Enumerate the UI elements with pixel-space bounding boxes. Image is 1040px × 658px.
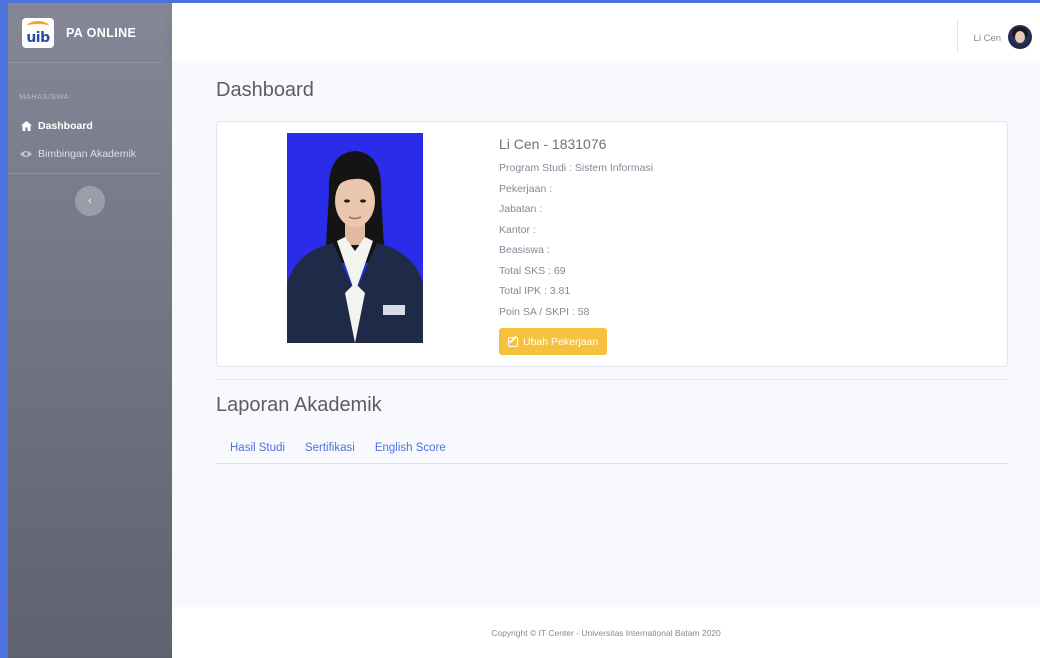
- total-sks: Total SKS : 69: [499, 264, 566, 277]
- total-ipk: Total IPK : 3.81: [499, 285, 571, 297]
- page-title: Dashboard: [216, 79, 314, 101]
- eye-icon: [19, 150, 33, 158]
- sidebar-item-bimbingan-akademik[interactable]: Bimbingan Akademik: [8, 140, 172, 168]
- sidebar-heading: MAHASISWA: [19, 92, 70, 101]
- user-avatar[interactable]: [1008, 25, 1032, 49]
- profile-photo: [287, 133, 423, 343]
- program-studi: Program Studi : Sistem Informasi: [499, 162, 654, 174]
- kantor: Kantor :: [499, 223, 536, 236]
- avatar-face: [1015, 31, 1025, 43]
- chevron-left-icon: ‹: [88, 195, 92, 207]
- sidebar-item-label: Dashboard: [38, 120, 93, 132]
- sidebar-brand[interactable]: uib PA ONLINE: [8, 3, 162, 63]
- topbar-user-name[interactable]: Li Cen: [974, 33, 1001, 44]
- topbar: Li Cen: [172, 3, 1040, 61]
- sidebar-toggle-button[interactable]: ‹: [75, 186, 105, 216]
- topbar-divider: [957, 19, 958, 53]
- profile-card: Li Cen - 1831076 Program Studi : Sistem …: [216, 121, 1008, 367]
- pekerjaan: Pekerjaan :: [499, 182, 553, 195]
- tab-english-score[interactable]: English Score: [365, 442, 456, 454]
- edit-icon: [508, 336, 518, 347]
- tab-sertifikasi[interactable]: Sertifikasi: [295, 442, 365, 454]
- laporan-tabs: Hasil Studi Sertifikasi English Score: [216, 433, 1008, 464]
- sidebar-item-label: Bimbingan Akademik: [38, 148, 137, 160]
- copyright-text: Copyright © IT Center - Universitas Inte…: [491, 627, 721, 638]
- brand-logo: uib: [22, 17, 54, 48]
- section-title-laporan-akademik: Laporan Akademik: [216, 394, 382, 416]
- sidebar-divider: [8, 173, 162, 174]
- ubah-pekerjaan-button[interactable]: Ubah Pekerjaan: [499, 328, 608, 355]
- section-divider: [216, 379, 1008, 380]
- brand-name: PA ONLINE: [66, 25, 137, 40]
- brand-logo-text: uib: [26, 29, 50, 46]
- home-icon: [19, 121, 33, 131]
- beasiswa: Beasiswa :: [499, 244, 550, 256]
- sidebar-item-dashboard[interactable]: Dashboard: [8, 112, 172, 140]
- ubah-pekerjaan-label: Ubah Pekerjaan: [523, 335, 599, 348]
- profile-info: Li Cen - 1831076 Program Studi : Sistem …: [499, 136, 653, 355]
- jabatan: Jabatan :: [499, 203, 543, 215]
- student-name-nim: Li Cen - 1831076: [499, 136, 607, 152]
- sidebar: uib PA ONLINE MAHASISWA Dashboard Bimbin…: [8, 3, 172, 658]
- logo-arc: [27, 20, 49, 31]
- main-content: Dashboard Li Cen - 1831076 Program Studi…: [172, 61, 1040, 607]
- poin-sa-skpi: Poin SA / SKPI : 58: [499, 305, 590, 318]
- tab-hasil-studi[interactable]: Hasil Studi: [216, 442, 295, 454]
- footer: Copyright © IT Center - Universitas Inte…: [172, 607, 1040, 658]
